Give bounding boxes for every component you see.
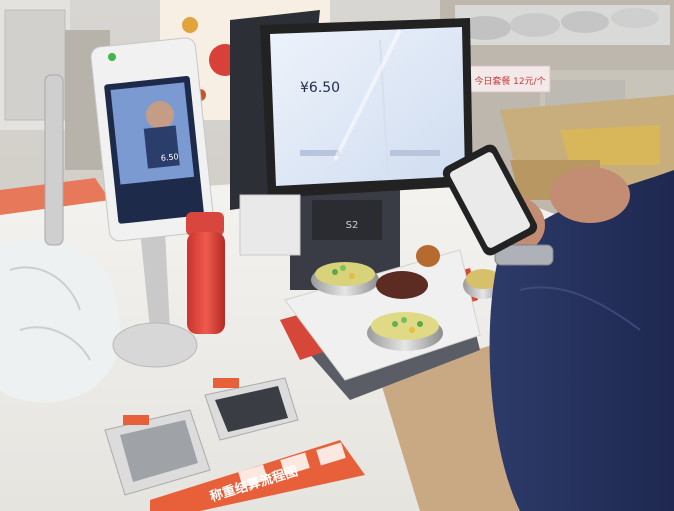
metal-pole xyxy=(44,74,64,246)
screen-display xyxy=(270,27,465,186)
tissue-box xyxy=(239,194,301,256)
red-water-bottle xyxy=(186,212,225,334)
price-sign-text: 今日套餐 12元/个 xyxy=(474,75,545,87)
status-light xyxy=(108,53,116,61)
canteen-self-checkout-photo: 今日套餐 12元/个 6.50 S2 ¥6.50 称重结算流程图 xyxy=(0,0,674,511)
screen-amount: ¥6.50 xyxy=(300,80,340,96)
price-sign: 今日套餐 12元/个 xyxy=(469,65,551,93)
main-checkout-screen: ¥6.50 xyxy=(260,18,473,198)
face-terminal-amount: 6.50 xyxy=(160,152,179,163)
model-label: S2 xyxy=(346,220,359,231)
